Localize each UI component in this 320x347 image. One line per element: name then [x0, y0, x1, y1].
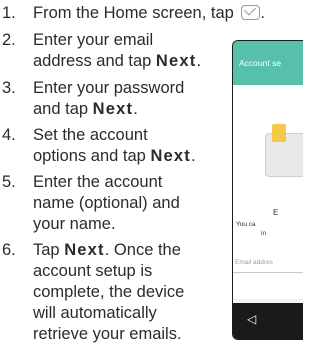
email-envelope-icon	[265, 124, 303, 177]
phone-content: E You ca in Email addres	[233, 85, 303, 339]
step-text: From the Home screen, tap .	[33, 4, 266, 22]
next-keyword: Next	[150, 147, 192, 165]
back-nav-icon[interactable]: ◁	[247, 312, 256, 326]
step-text: Tap Next. Once the account setup is comp…	[33, 241, 185, 343]
setup-description-line2: in	[261, 230, 267, 237]
next-keyword: Next	[155, 52, 197, 70]
step-text: Set the account options and tap Next.	[33, 126, 196, 165]
next-keyword: Next	[64, 241, 105, 259]
step-number: 6.	[2, 241, 16, 259]
step-number: 1.	[2, 4, 16, 22]
step-number: 3.	[2, 79, 16, 97]
phone-screenshot: Account se E You ca in Email addres ◁	[232, 40, 303, 340]
email-address-field[interactable]: Email addres	[233, 255, 303, 273]
step-number: 4.	[2, 126, 16, 144]
setup-heading: E	[273, 208, 279, 217]
step-text: Enter your email address and tap Next.	[33, 31, 202, 70]
email-app-icon	[241, 5, 261, 20]
step-number: 2.	[2, 31, 16, 49]
setup-description: You ca	[236, 221, 256, 228]
next-keyword: Next	[92, 100, 134, 118]
step-text: Enter your password and tap Next.	[33, 79, 185, 118]
step-text: Enter the account name (optional) and yo…	[33, 173, 180, 233]
account-setup-title: Account se	[239, 58, 282, 68]
step-number: 5.	[2, 173, 16, 191]
phone-app-bar: Account se	[233, 41, 303, 85]
phone-nav-bar: ◁	[233, 303, 303, 339]
